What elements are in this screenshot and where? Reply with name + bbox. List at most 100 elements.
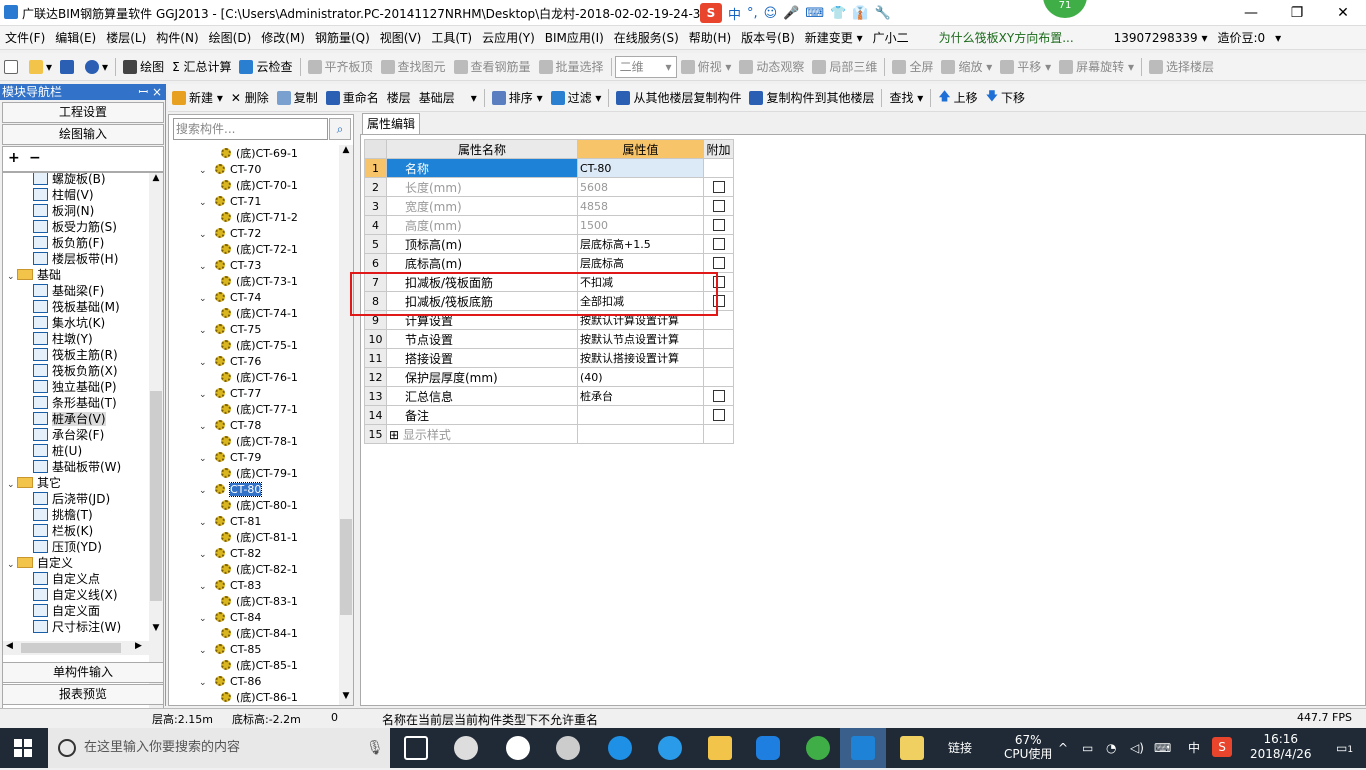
property-value[interactable]: 5608 xyxy=(577,177,704,197)
ime-wrench-icon[interactable]: 🔧 xyxy=(875,6,891,21)
property-value[interactable] xyxy=(577,424,704,444)
component-subnode[interactable]: (底)CT-81-1 xyxy=(221,530,298,546)
nav-item[interactable]: 筏板负筋(X) xyxy=(33,363,118,379)
component-node[interactable]: ⌄ CT-80 xyxy=(199,482,263,498)
component-search-input[interactable]: 搜索构件... xyxy=(173,118,328,140)
property-value[interactable]: 4858 xyxy=(577,196,704,216)
component-subnode[interactable]: (底)CT-78-1 xyxy=(221,434,298,450)
component-subnode[interactable]: (底)CT-71-2 xyxy=(221,210,298,226)
nav-item[interactable]: 基础板带(W) xyxy=(33,459,121,475)
expand-icon[interactable]: ⌄ xyxy=(199,163,209,179)
expand-icon[interactable]: ⊞ xyxy=(389,428,403,442)
nav-folder[interactable]: ⌄ 自定义 xyxy=(7,555,73,571)
drawing-input-button[interactable]: 绘图输入 xyxy=(2,124,164,145)
menu-bim[interactable]: BIM应用(I) xyxy=(540,29,609,46)
volume-icon[interactable]: ◁) xyxy=(1130,728,1144,768)
property-value[interactable]: 按默认节点设置计算 xyxy=(577,329,704,349)
component-node[interactable]: ⌄ CT-86 xyxy=(199,674,261,690)
property-row[interactable]: 3 宽度(mm) 4858 xyxy=(364,196,734,216)
ime-shirt-icon[interactable]: 👔 xyxy=(852,6,868,21)
menu-online[interactable]: 在线服务(S) xyxy=(609,29,684,46)
close-button[interactable]: ✕ xyxy=(1320,0,1366,26)
component-subnode[interactable]: (底)CT-76-1 xyxy=(221,370,298,386)
menu-file[interactable]: 文件(F) xyxy=(0,29,50,46)
expand-icon[interactable]: ⌄ xyxy=(199,323,209,339)
copy-button[interactable]: 复制 xyxy=(273,87,322,109)
expand-icon[interactable]: ⌄ xyxy=(199,643,209,659)
rename-button[interactable]: 重命名 xyxy=(322,87,383,109)
microphone-icon[interactable]: 🎙 xyxy=(366,740,384,756)
nav-item[interactable]: 桩(U) xyxy=(33,443,82,459)
component-node[interactable]: ⌄ CT-73 xyxy=(199,258,261,274)
find-element-button[interactable]: 查找图元 xyxy=(377,56,450,78)
attach-checkbox[interactable] xyxy=(712,390,725,402)
component-subnode[interactable]: (底)CT-75-1 xyxy=(221,338,298,354)
top-view-button[interactable]: 俯视 ▾ xyxy=(677,56,736,78)
windows-start-icon[interactable] xyxy=(14,739,32,757)
component-node[interactable]: ⌄ CT-77 xyxy=(199,386,261,402)
notes-app-icon[interactable] xyxy=(900,736,924,760)
show-hidden-icons[interactable]: ^ xyxy=(1058,728,1068,768)
expand-all-icon[interactable]: + xyxy=(8,150,20,166)
menu-tools[interactable]: 工具(T) xyxy=(426,29,477,46)
expand-icon[interactable]: ⌄ xyxy=(199,675,209,691)
expand-icon[interactable]: ⌄ xyxy=(199,515,209,531)
nav-item[interactable]: 自定义点 xyxy=(33,571,100,587)
component-node[interactable]: ⌄ CT-76 xyxy=(199,354,261,370)
expand-icon[interactable]: ⌄ xyxy=(199,419,209,435)
component-subnode[interactable]: (底)CT-83-1 xyxy=(221,594,298,610)
nav-item[interactable]: 自定义线(X) xyxy=(33,587,118,603)
nav-item[interactable]: 柱墩(Y) xyxy=(33,331,93,347)
copy-from-floor-button[interactable]: 从其他楼层复制构件 xyxy=(612,87,745,109)
property-value[interactable]: CT-80 xyxy=(577,158,704,178)
property-row[interactable]: 11 搭接设置 按默认搭接设置计算 xyxy=(364,348,734,368)
ime-toolbar[interactable]: S 中 °, ☺ 🎤 ⌨ 👕 👔 🔧 xyxy=(700,3,891,23)
task-view-icon[interactable] xyxy=(404,736,428,760)
ime-emoji-icon[interactable]: ☺ xyxy=(764,6,778,21)
clock[interactable]: 16:16 2018/4/26 xyxy=(1250,732,1312,762)
nav-item[interactable]: 独立基础(P) xyxy=(33,379,117,395)
view-rebar-button[interactable]: 查看钢筋量 xyxy=(450,56,535,78)
align-slab-top-button[interactable]: 平齐板顶 xyxy=(304,56,377,78)
sogou-tray-icon[interactable]: S xyxy=(1212,737,1232,757)
expand-icon[interactable]: ⌄ xyxy=(199,451,209,467)
nav-item[interactable]: 楼层板带(H) xyxy=(33,251,118,267)
floor-select[interactable]: 基础层 ▾ xyxy=(415,87,481,109)
pin-icon[interactable]: ꟷ × xyxy=(138,84,162,100)
property-row[interactable]: 6 底标高(m) 层底标高 xyxy=(364,253,734,273)
battery-icon[interactable]: ▭ xyxy=(1082,728,1093,768)
project-settings-button[interactable]: 工程设置 xyxy=(2,102,164,123)
taskbar-search-input[interactable]: 在这里输入你要搜索的内容 xyxy=(48,728,390,768)
property-value[interactable]: 层底标高 xyxy=(577,253,704,273)
fan-app-icon[interactable] xyxy=(454,736,478,760)
expand-icon[interactable]: ⌄ xyxy=(199,579,209,595)
sogou-logo-icon[interactable]: S xyxy=(700,3,722,23)
cloud-check-button[interactable]: 云检查 xyxy=(235,56,296,78)
sort-button[interactable]: 排序 ▾ xyxy=(488,87,547,109)
component-node[interactable]: ⌄ CT-85 xyxy=(199,642,261,658)
component-subnode[interactable]: (底)CT-82-1 xyxy=(221,562,298,578)
component-subnode[interactable]: (底)CT-69-1 xyxy=(221,146,298,162)
move-down-button[interactable]: 🡇 下移 xyxy=(982,87,1029,109)
attach-checkbox[interactable] xyxy=(712,257,725,269)
glodon-g-icon[interactable] xyxy=(756,736,780,760)
ime-lang[interactable]: 中 xyxy=(728,4,741,23)
ime-keyboard-icon[interactable]: ⌨ xyxy=(805,6,824,21)
menu-view[interactable]: 视图(V) xyxy=(375,29,427,46)
property-value[interactable]: 层底标高+1.5 xyxy=(577,234,704,254)
nav-item[interactable]: 柱帽(V) xyxy=(33,187,94,203)
menu-question-link[interactable]: 为什么筏板XY方向布置... xyxy=(934,29,1079,46)
nav-item[interactable]: 筏板基础(M) xyxy=(33,299,120,315)
report-preview-button[interactable]: 报表预览 xyxy=(2,684,164,705)
open-folder-button[interactable]: ▾ xyxy=(25,56,56,78)
batch-select-button[interactable]: 批量选择 xyxy=(535,56,608,78)
menu-more[interactable]: ▾ xyxy=(1270,31,1286,45)
wifi-icon[interactable]: ◔ xyxy=(1106,728,1116,768)
menu-assistant[interactable]: 广小二 xyxy=(868,29,914,46)
property-row[interactable]: 10 节点设置 按默认节点设置计算 xyxy=(364,329,734,349)
ggj-app-icon[interactable] xyxy=(851,736,875,760)
nav-item[interactable]: 螺旋板(B) xyxy=(33,173,106,187)
expand-icon[interactable]: ⌄ xyxy=(199,259,209,275)
nav-tree-hscrollbar[interactable]: ◀ ▶ xyxy=(3,641,149,655)
orbit-button[interactable]: 动态观察 xyxy=(735,56,808,78)
